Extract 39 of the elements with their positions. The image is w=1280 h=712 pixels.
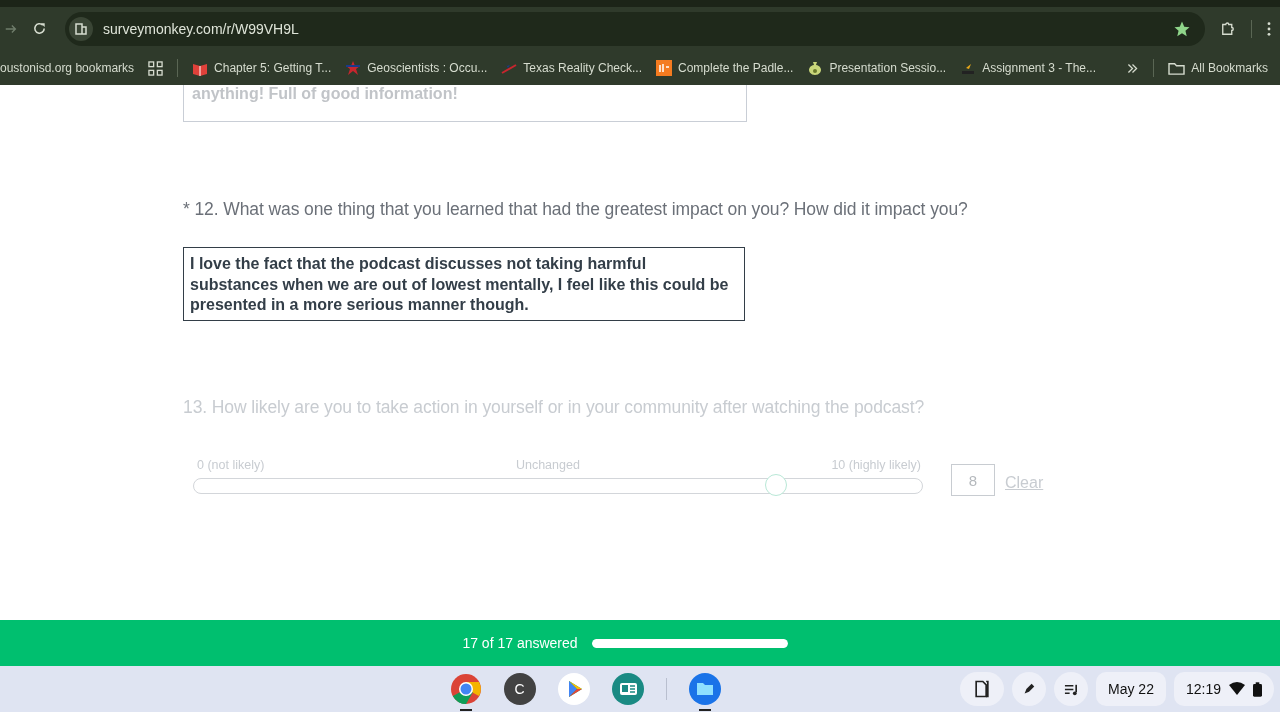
its-icon xyxy=(656,60,673,77)
play-store-icon[interactable] xyxy=(557,673,590,705)
apps-grid-icon[interactable] xyxy=(148,60,164,76)
pen-icon xyxy=(1022,682,1037,696)
stylus-button[interactable] xyxy=(1012,672,1047,706)
bookmark[interactable]: Texas Reality Check... xyxy=(501,60,643,77)
bookmark[interactable]: Complete the Padle... xyxy=(656,60,794,77)
bookmark[interactable]: Assignment 3 - The... xyxy=(960,60,1096,77)
battery-icon xyxy=(1253,681,1262,697)
holding-space-button[interactable] xyxy=(960,672,1005,706)
bookmark[interactable]: All Bookmarks xyxy=(1168,60,1268,76)
folder-icon xyxy=(1168,60,1186,76)
bookmark[interactable]: Presentation Sessio... xyxy=(807,60,947,77)
url-text: surveymonkey.com/r/W99VH9L xyxy=(103,20,299,37)
bookmark[interactable]: Chapter 5: Getting T... xyxy=(192,60,332,77)
status-area[interactable]: 12:19 xyxy=(1173,672,1274,706)
profile-avatar[interactable] xyxy=(503,673,536,705)
clock-time: 12:19 xyxy=(1185,681,1221,697)
more-menu-icon[interactable] xyxy=(1266,20,1272,37)
answer-text: anything! Full of good information! xyxy=(192,85,458,103)
extensions-icon[interactable] xyxy=(1219,19,1237,38)
wifi-icon xyxy=(1229,682,1245,696)
bookmark[interactable]: oustonisd.org bookmarks xyxy=(0,61,135,76)
news-icon[interactable] xyxy=(611,673,644,705)
answer-box[interactable]: I love the fact that the podcast discusses not taking harmful substances when we are out of lowest mentally, I feel like this could be presented in a more serious manner though. xyxy=(183,247,745,321)
chrome-icon[interactable] xyxy=(449,673,482,705)
avatar-letter: C xyxy=(513,681,526,697)
address-bar[interactable]: surveymonkey.com/r/W99VH9L xyxy=(65,11,1205,46)
star-icon xyxy=(345,60,362,77)
date-button[interactable]: May 22 xyxy=(1096,672,1166,706)
progress-text: 17 of 17 answered xyxy=(462,635,578,651)
reload-icon[interactable] xyxy=(32,21,47,37)
media-controls-button[interactable] xyxy=(1054,672,1089,706)
site-info-icon[interactable] xyxy=(69,16,93,41)
chevrons-icon[interactable] xyxy=(1126,61,1140,75)
bookmark[interactable]: Geoscientists : Occu... xyxy=(345,60,488,77)
question-title: * 12. What was one thing that you learned that had the greatest impact on you? How did it impact you? xyxy=(183,199,969,220)
money-bag-icon xyxy=(807,60,824,77)
files-icon[interactable] xyxy=(688,673,721,705)
